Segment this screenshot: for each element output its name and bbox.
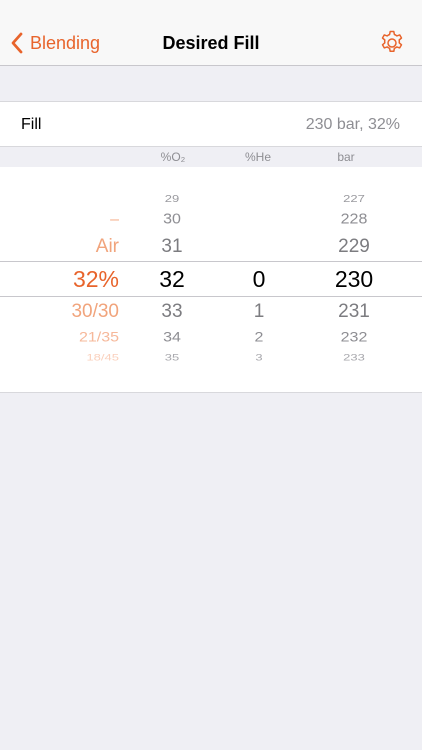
column-header-he: %He: [244, 150, 271, 164]
bar-option[interactable]: 232: [319, 330, 389, 345]
bar-option[interactable]: 233: [319, 352, 389, 363]
selection-top-line: [0, 261, 422, 262]
gas-preset-selected[interactable]: 32%: [73, 266, 119, 293]
gas-preset-option[interactable]: 18/45: [86, 352, 119, 363]
o2-option[interactable]: 35: [142, 352, 202, 363]
o2-option[interactable]: 33: [142, 301, 202, 323]
bar-selected[interactable]: 230: [319, 266, 389, 293]
o2-option[interactable]: 29: [142, 193, 202, 204]
bar-option[interactable]: 228: [319, 212, 389, 228]
gas-fill-picker[interactable]: – Air 32% 30/30 21/35 18/45 29 30 31 32 …: [0, 167, 422, 393]
bar-option[interactable]: 229: [319, 236, 389, 258]
o2-option[interactable]: 34: [142, 330, 202, 345]
fill-value: 230 bar, 32%: [305, 116, 400, 133]
o2-option[interactable]: 31: [142, 236, 202, 258]
page-title: Desired Fill: [162, 33, 260, 53]
o2-selected[interactable]: 32: [142, 266, 202, 293]
he-option[interactable]: 3: [229, 352, 289, 363]
bar-option[interactable]: 231: [319, 301, 389, 323]
o2-option[interactable]: 30: [142, 212, 202, 228]
he-option[interactable]: 2: [229, 330, 289, 345]
navigation-bar: Blending Desired Fill: [0, 0, 422, 66]
selection-bottom-line: [0, 296, 422, 297]
gas-preset-option[interactable]: 21/35: [79, 330, 119, 345]
he-option[interactable]: 1: [229, 301, 289, 323]
column-header-o2: %O₂: [160, 150, 186, 164]
gas-preset-option[interactable]: Air: [96, 236, 119, 258]
settings-button[interactable]: [378, 29, 406, 57]
gas-preset-option[interactable]: –: [110, 211, 119, 229]
fill-label: Fill: [21, 116, 42, 133]
gear-icon: [381, 30, 403, 53]
bar-option[interactable]: 227: [319, 193, 389, 204]
he-selected[interactable]: 0: [229, 266, 289, 293]
gas-preset-option[interactable]: 30/30: [71, 301, 119, 323]
column-header-bar: bar: [337, 150, 355, 164]
fill-summary-row: Fill 230 bar, 32%: [0, 101, 422, 147]
